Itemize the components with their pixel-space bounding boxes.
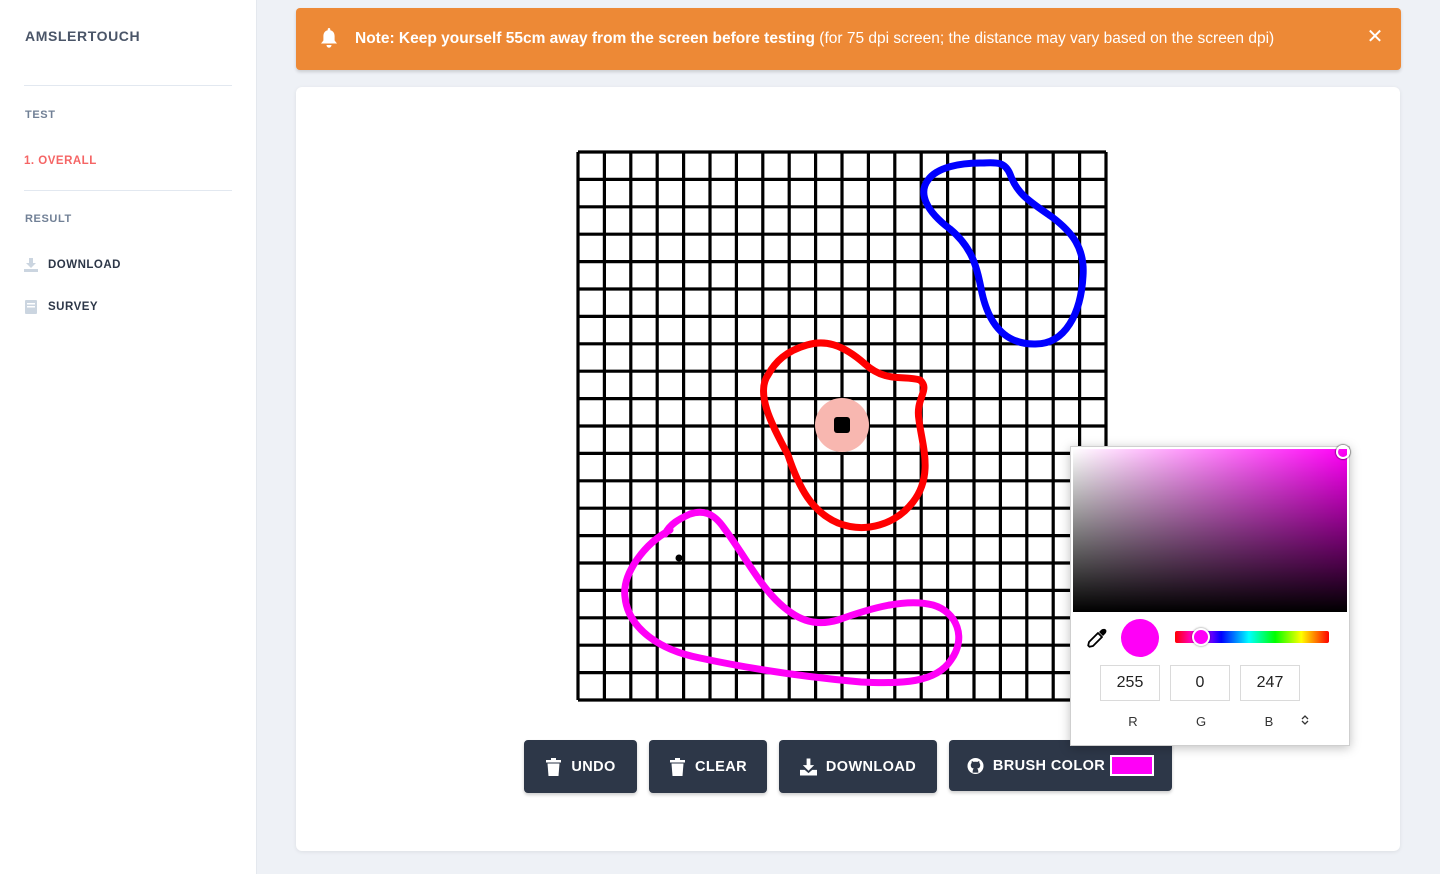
clear-button[interactable]: CLEAR <box>649 740 767 793</box>
red-channel-label: R <box>1128 714 1138 729</box>
distance-alert: Note: Keep yourself 55cm away from the s… <box>296 8 1401 70</box>
hue-slider[interactable] <box>1175 628 1329 646</box>
trash-icon <box>670 757 686 776</box>
book-icon <box>25 300 37 314</box>
saturation-handle[interactable] <box>1336 445 1350 459</box>
alert-detail-text: (for 75 dpi screen; the distance may var… <box>814 30 1275 47</box>
divider <box>24 190 232 191</box>
eyedropper-icon[interactable] <box>1087 628 1107 648</box>
blue-channel-input[interactable]: 247 <box>1240 665 1300 701</box>
sidebar-item-download[interactable]: DOWNLOAD <box>24 258 121 272</box>
blue-channel-label: B <box>1264 714 1274 729</box>
section-label-test: TEST <box>25 109 56 121</box>
sidebar-item-label: DOWNLOAD <box>48 259 121 271</box>
color-picker: 255 0 247 R G B <box>1070 445 1350 746</box>
alert-message: Note: Keep yourself 55cm away from the s… <box>355 30 1274 48</box>
download-button[interactable]: DOWNLOAD <box>779 740 937 793</box>
hue-handle[interactable] <box>1192 628 1210 646</box>
stray-dot <box>675 554 683 562</box>
trash-icon <box>546 757 562 776</box>
download-label: DOWNLOAD <box>825 758 917 775</box>
color-preview <box>1121 619 1159 657</box>
undo-label: UNDO <box>571 758 616 775</box>
sidebar-item-label: SURVEY <box>48 301 99 313</box>
section-label-result: RESULT <box>25 213 72 225</box>
divider <box>24 85 232 86</box>
undo-button[interactable]: UNDO <box>524 740 637 793</box>
brush-color-label: BRUSH COLOR <box>992 757 1106 774</box>
sidebar-item-survey[interactable]: SURVEY <box>24 300 98 314</box>
sidebar-item-overall[interactable]: 1. OVERALL <box>24 155 97 167</box>
magenta-distortion-outline <box>621 508 963 687</box>
red-channel-input[interactable]: 255 <box>1100 665 1160 701</box>
green-channel-input[interactable]: 0 <box>1170 665 1230 701</box>
amsler-grid-canvas[interactable] <box>576 150 1108 707</box>
download-icon <box>799 758 817 775</box>
sidebar: AMSLERTOUCH TEST 1. OVERALL RESULT DOWNL… <box>0 0 256 874</box>
sidebar-item-label: 1. OVERALL <box>24 155 97 167</box>
alert-strong-text: Note: Keep yourself 55cm away from the s… <box>355 30 815 47</box>
green-channel-label: G <box>1195 714 1207 729</box>
brush-color-swatch[interactable] <box>1110 755 1155 776</box>
download-icon <box>24 258 38 272</box>
close-icon[interactable]: ✕ <box>1363 25 1387 49</box>
bell-icon <box>321 28 337 48</box>
format-toggle-icon[interactable] <box>1300 714 1310 726</box>
saturation-area[interactable] <box>1073 445 1350 612</box>
github-icon <box>967 757 984 774</box>
brand-logo[interactable]: AMSLERTOUCH <box>25 28 140 44</box>
clear-label: CLEAR <box>695 758 747 775</box>
amsler-grid[interactable] <box>576 150 1108 702</box>
fixation-dot <box>834 417 850 433</box>
brush-color-button[interactable]: BRUSH COLOR <box>949 740 1172 791</box>
